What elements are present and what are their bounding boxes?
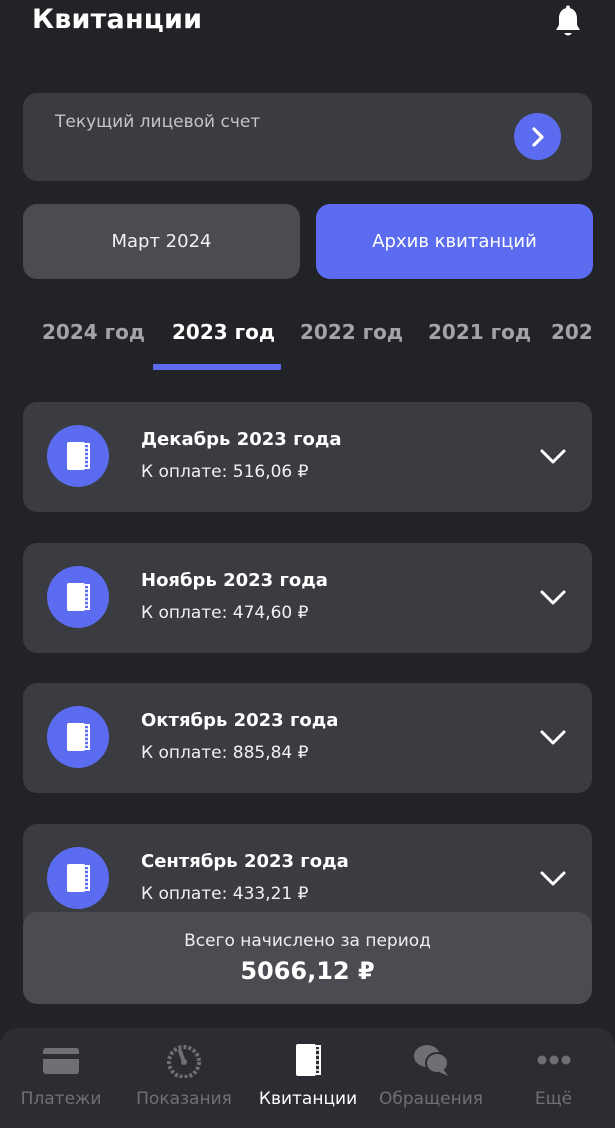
chevron-down-icon[interactable] [539,444,567,468]
receipt-icon [47,706,109,768]
tab-more[interactable]: Ещё [492,1028,615,1128]
receipt-title: Сентябрь 2023 года [141,851,349,872]
bottom-tab-bar: Платежи Показания Квитанции Обращения Ещ… [0,1028,615,1128]
more-icon [537,1055,570,1065]
receipt-amount: К оплате: 885,84 ₽ [141,743,309,763]
chevron-down-icon[interactable] [539,725,567,749]
chevron-down-icon[interactable] [539,866,567,890]
tab-year-2024[interactable]: 2024 год [42,320,145,344]
page-title: Квитанции [32,4,203,35]
current-month-button[interactable]: Март 2024 [23,204,300,279]
tab-requests[interactable]: Обращения [370,1028,492,1128]
receipt-title: Ноябрь 2023 года [141,570,328,591]
tab-receipts[interactable]: Квитанции [246,1028,370,1128]
total-label: Всего начислено за период [184,931,431,951]
tab-label: Квитанции [258,1089,358,1109]
tab-label: Платежи [20,1089,102,1109]
receipt-card[interactable]: Октябрь 2023 года К оплате: 885,84 ₽ [23,683,592,793]
receipt-amount: К оплате: 474,60 ₽ [141,603,309,623]
receipt-icon [47,847,109,909]
receipt-icon [47,566,109,628]
gauge-icon [167,1045,201,1078]
active-tab-indicator [153,364,281,370]
receipt-icon [47,425,109,487]
tab-year-2020[interactable]: 2020 год [551,320,592,344]
receipt-title: Октябрь 2023 года [141,710,339,731]
receipt-amount: К оплате: 433,21 ₽ [141,884,309,904]
receipt-amount: К оплате: 516,06 ₽ [141,462,309,482]
total-value: 5066,12 ₽ [240,957,375,985]
receipt-card[interactable]: Ноябрь 2023 года К оплате: 474,60 ₽ [23,543,592,653]
account-label: Текущий лицевой счет [55,112,261,132]
card-icon [43,1048,79,1074]
account-card[interactable]: Текущий лицевой счет [23,93,592,181]
tab-label: Показания [136,1089,232,1109]
receipt-icon [296,1044,321,1076]
tab-readings[interactable]: Показания [122,1028,246,1128]
account-number-hidden [55,141,135,155]
tab-label: Обращения [379,1089,483,1109]
tab-year-2022[interactable]: 2022 год [300,320,403,344]
tab-year-2023[interactable]: 2023 год [172,320,275,344]
chevron-down-icon[interactable] [539,585,567,609]
chat-icon [414,1045,449,1076]
tab-label: Ещё [534,1089,573,1109]
receipt-title: Декабрь 2023 года [141,429,342,450]
total-summary: Всего начислено за период 5066,12 ₽ [23,912,592,1004]
receipt-card[interactable]: Декабрь 2023 года К оплате: 516,06 ₽ [23,402,592,512]
bell-icon[interactable] [552,5,584,39]
chevron-right-icon[interactable] [514,113,561,160]
year-tabs: 2024 год 2023 год 2022 год 2021 год 2020… [0,310,592,372]
tab-year-2021[interactable]: 2021 год [428,320,531,344]
archive-button[interactable]: Архив квитанций [316,204,593,279]
tab-payments[interactable]: Платежи [0,1028,122,1128]
header: Квитанции [0,0,615,50]
